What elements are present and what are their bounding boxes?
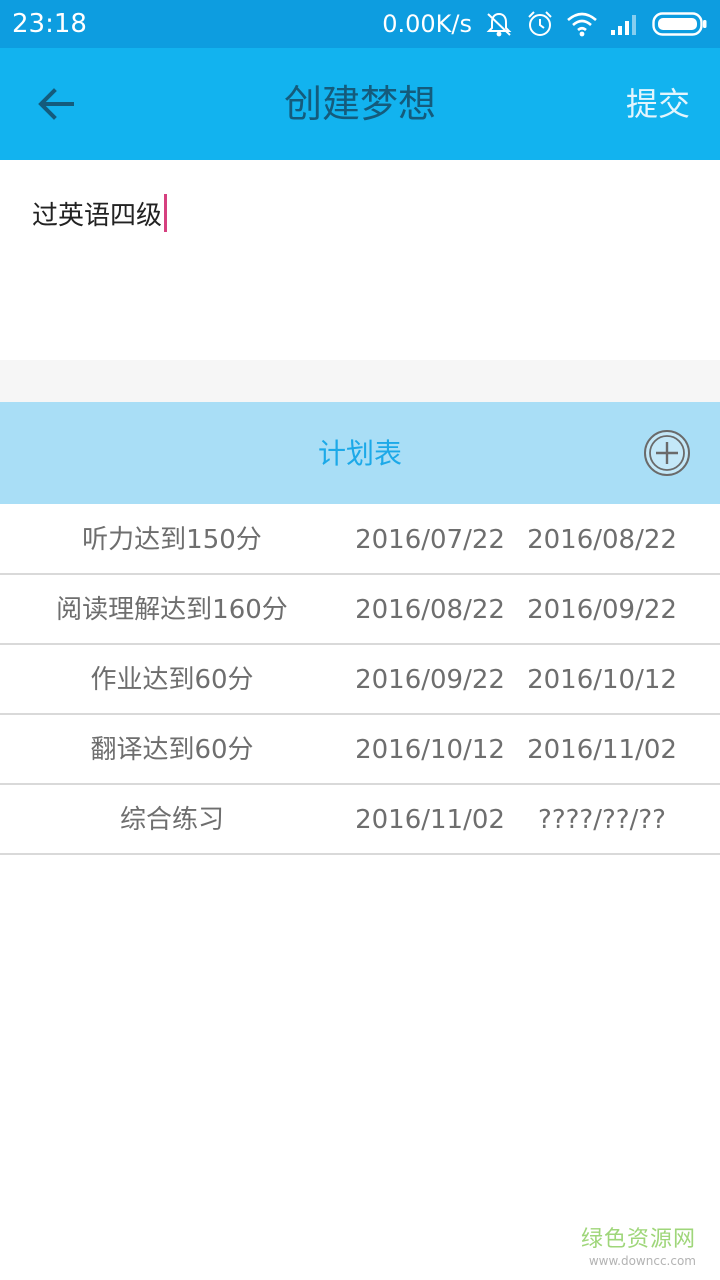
status-bar: 23:18 0.00K/s [0, 0, 720, 48]
start-date: 2016/10/12 [355, 735, 505, 765]
task-name: 阅读理解达到160分 [56, 595, 288, 625]
table-row[interactable]: 综合练习 2016/11/02 ????/??/?? [0, 785, 720, 855]
task-name: 综合练习 [119, 805, 224, 835]
end-date: ????/??/?? [538, 805, 666, 835]
alarm-icon [528, 11, 552, 36]
watermark-title: 绿色资源网 [580, 1227, 696, 1252]
task-name: 听力达到150分 [82, 525, 262, 555]
battery-icon [652, 12, 707, 36]
watermark-url: www.downcc.com [588, 1254, 696, 1268]
status-time: 23:18 [12, 9, 87, 39]
text-caret [164, 194, 168, 232]
task-name: 翻译达到60分 [90, 735, 254, 765]
dream-input-area[interactable]: 过英语四级 [0, 160, 720, 360]
plus-circle-icon [644, 430, 690, 476]
table-row[interactable]: 听力达到150分 2016/07/22 2016/08/22 [0, 505, 720, 575]
start-date: 2016/07/22 [355, 525, 505, 555]
table-row[interactable]: 翻译达到60分 2016/10/12 2016/11/02 [0, 715, 720, 785]
dream-input-value: 过英语四级 [32, 200, 163, 231]
mute-icon [486, 12, 512, 37]
dream-input[interactable]: 过英语四级 [32, 194, 168, 232]
plan-title: 计划表 [317, 437, 402, 470]
submit-button[interactable]: 提交 [626, 80, 690, 128]
plan-table: 听力达到150分 2016/07/22 2016/08/22 阅读理解达到160… [0, 505, 720, 855]
end-date: 2016/09/22 [527, 595, 677, 625]
table-row[interactable]: 阅读理解达到160分 2016/08/22 2016/09/22 [0, 575, 720, 645]
start-date: 2016/11/02 [355, 805, 505, 835]
section-divider [0, 360, 720, 402]
watermark: 绿色资源网 www.downcc.com [581, 1226, 696, 1268]
page-title: 创建梦想 [283, 82, 436, 126]
start-date: 2016/08/22 [355, 595, 505, 625]
back-button[interactable] [28, 78, 84, 130]
status-icons: 0.00K/s [382, 6, 708, 42]
app-bar: 创建梦想 提交 [0, 48, 720, 160]
end-date: 2016/11/02 [527, 735, 677, 765]
table-row[interactable]: 作业达到60分 2016/09/22 2016/10/12 [0, 645, 720, 715]
end-date: 2016/10/12 [527, 665, 677, 695]
plan-header: 计划表 [0, 402, 720, 504]
wifi-icon [567, 12, 597, 37]
end-date: 2016/08/22 [527, 525, 677, 555]
add-plan-button[interactable] [643, 429, 691, 477]
network-speed: 0.00K/s [382, 10, 472, 38]
arrow-left-icon [38, 88, 74, 120]
signal-icon [611, 15, 636, 35]
start-date: 2016/09/22 [355, 665, 505, 695]
task-name: 作业达到60分 [90, 665, 254, 695]
